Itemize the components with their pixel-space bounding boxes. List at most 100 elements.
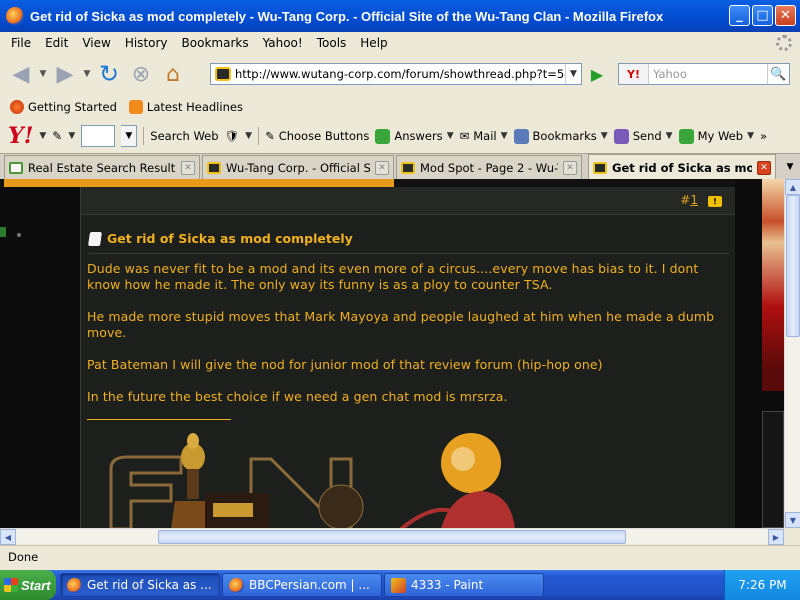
reload-button[interactable]: ↻ (94, 59, 124, 89)
windows-taskbar: Start Get rid of Sicka as ... BBCPersian… (0, 570, 800, 600)
reload-icon: ↻ (98, 60, 120, 88)
taskbar-item-paint[interactable]: 4333 - Paint (384, 573, 544, 597)
clock[interactable]: 7:26 PM (738, 578, 786, 592)
forward-button[interactable]: ▶ (50, 59, 80, 89)
tab-close-icon[interactable]: ✕ (181, 160, 195, 175)
address-bar[interactable]: http://www.wutang-corp.com/forum/showthr… (210, 63, 582, 85)
tab-close-icon[interactable]: ✕ (375, 160, 389, 175)
window-title: Get rid of Sicka as mod completely - Wu-… (30, 8, 664, 24)
yahoo-bookmarks-button[interactable]: Bookmarks ▼ (513, 128, 608, 144)
post-paragraph: In the future the best choice if we need… (87, 389, 508, 404)
yahoo-menu-dropdown[interactable]: ▼ (39, 131, 46, 141)
maximize-button[interactable]: □ (752, 5, 773, 26)
report-post-icon[interactable]: ! (708, 196, 722, 207)
paint-icon (391, 577, 406, 593)
address-input[interactable]: http://www.wutang-corp.com/forum/showthr… (235, 67, 565, 81)
tab-label: Mod Spot - Page 2 - Wu-T... (420, 160, 558, 175)
answers-button[interactable]: Answers ▼ (375, 128, 454, 144)
vertical-scrollbar[interactable]: ▲ ▼ (784, 179, 800, 528)
mail-dropdown[interactable]: ▼ (501, 131, 508, 141)
status-bar: Done (0, 545, 800, 567)
search-engine-selector[interactable]: Y! (619, 64, 649, 84)
advertisement-banner[interactable] (762, 179, 784, 391)
menu-bookmarks[interactable]: Bookmarks (175, 36, 256, 50)
close-button[interactable]: ✕ (775, 5, 796, 26)
back-button[interactable]: ◀ (6, 59, 36, 89)
pencil-dropdown[interactable]: ▼ (68, 131, 75, 141)
post-header: #1 ! (81, 187, 736, 215)
scroll-down-button[interactable]: ▼ (785, 512, 800, 528)
go-button[interactable]: ▶ (588, 65, 606, 84)
pencil-icon[interactable]: ✎ (52, 129, 62, 143)
tab-mod-spot[interactable]: Mod Spot - Page 2 - Wu-T... ✕ (396, 155, 582, 179)
taskbar-item-bbcpersian[interactable]: BBCPersian.com | ... (222, 573, 382, 597)
address-dropdown[interactable]: ▼ (565, 64, 581, 84)
choose-pencil-icon: ✎ (265, 129, 275, 143)
search-web-button[interactable]: Search Web (150, 129, 218, 143)
vertical-scroll-thumb[interactable] (786, 195, 800, 337)
tab-real-estate[interactable]: Real Estate Search Result... ✕ (4, 155, 200, 179)
shield-icon[interactable]: 🛡 (225, 129, 240, 143)
tab-close-icon[interactable]: ✕ (563, 160, 577, 175)
window-titlebar[interactable]: Get rid of Sicka as mod completely - Wu-… (0, 0, 800, 32)
wutang-favicon-icon (207, 161, 221, 174)
menu-help[interactable]: Help (353, 36, 394, 50)
menu-tools[interactable]: Tools (310, 36, 354, 50)
tab-wu-tang-official[interactable]: Wu-Tang Corp. - Official S... ✕ (202, 155, 394, 179)
post-number-prefix: # (680, 193, 691, 207)
answers-label: Answers (394, 129, 443, 143)
post-number-link[interactable]: 1 (690, 193, 698, 207)
mail-button[interactable]: ✉ Mail ▼ (460, 129, 508, 143)
wutang-favicon-icon (593, 161, 607, 174)
horizontal-scroll-thumb[interactable] (158, 530, 626, 544)
send-dropdown[interactable]: ▼ (666, 131, 673, 141)
answers-icon (375, 128, 391, 144)
start-button[interactable]: Start (0, 570, 56, 600)
tab-close-icon[interactable]: ✕ (757, 160, 771, 175)
forum-post: #1 ! Get rid of Sicka as mod completely … (80, 187, 736, 528)
menu-file[interactable]: File (4, 36, 38, 50)
mail-icon: ✉ (459, 129, 470, 143)
choose-buttons-button[interactable]: ✎ Choose Buttons (265, 129, 369, 143)
stop-icon: ⊗ (131, 61, 151, 87)
taskbar-item-firefox[interactable]: Get rid of Sicka as ... (60, 573, 220, 597)
yahoo-search-dropdown[interactable]: ▼ (121, 125, 138, 147)
tab-list-dropdown[interactable]: ▼ (782, 158, 798, 176)
menu-yahoo[interactable]: Yahoo! (256, 36, 310, 50)
window-controls: _ □ ✕ (729, 5, 796, 26)
my-web-dropdown[interactable]: ▼ (747, 131, 754, 141)
search-icon[interactable]: 🔍 (767, 64, 789, 84)
home-icon: ⌂ (166, 61, 180, 87)
advertisement-box[interactable] (762, 411, 784, 528)
back-history-dropdown[interactable]: ▼ (38, 69, 48, 79)
horizontal-scrollbar[interactable]: ◀ ▶ (0, 528, 784, 545)
start-label: Start (21, 577, 51, 593)
answers-dropdown[interactable]: ▼ (447, 131, 454, 141)
firefox-icon (67, 577, 82, 593)
home-button[interactable]: ⌂ (158, 59, 188, 89)
yahoo-logo-icon[interactable]: Y! (8, 123, 33, 149)
forward-history-dropdown[interactable]: ▼ (82, 69, 92, 79)
post-paragraph: He made more stupid moves that Mark Mayo… (87, 309, 715, 340)
scroll-left-button[interactable]: ◀ (0, 529, 16, 545)
scroll-up-button[interactable]: ▲ (785, 179, 800, 195)
rss-feed-icon (128, 100, 143, 114)
user-info-column (0, 187, 80, 528)
stop-button[interactable]: ⊗ (126, 59, 156, 89)
scroll-right-button[interactable]: ▶ (768, 529, 784, 545)
send-button[interactable]: Send ▼ (613, 128, 673, 144)
bookmarks-dropdown[interactable]: ▼ (601, 131, 608, 141)
search-bar[interactable]: Y! Yahoo 🔍 (618, 63, 790, 85)
tab-get-rid-of-sicka[interactable]: Get rid of Sicka as mod... ✕ (588, 154, 776, 180)
shield-dropdown[interactable]: ▼ (245, 131, 252, 141)
search-input[interactable]: Yahoo (649, 67, 767, 81)
bookmark-latest-headlines[interactable]: Latest Headlines (128, 100, 243, 114)
bookmark-getting-started[interactable]: Getting Started (10, 100, 117, 114)
yahoo-search-input[interactable] (81, 125, 116, 147)
menu-edit[interactable]: Edit (38, 36, 75, 50)
minimize-button[interactable]: _ (729, 5, 750, 26)
my-web-button[interactable]: My Web ▼ (678, 128, 754, 144)
toolbar-overflow-button[interactable]: » (760, 129, 767, 143)
menu-view[interactable]: View (75, 36, 117, 50)
menu-history[interactable]: History (118, 36, 175, 50)
